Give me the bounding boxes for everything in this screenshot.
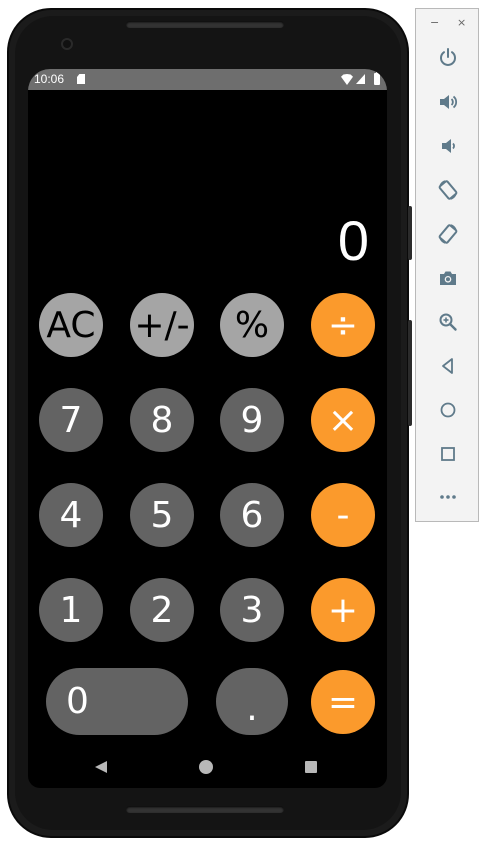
side-key (408, 320, 412, 426)
battery-icon (374, 71, 380, 85)
digit-8-button[interactable]: 8 (130, 388, 194, 452)
minus-button[interactable]: - (311, 483, 375, 547)
phone-screen: 10:06 0 AC +/- % ÷ 7 8 9 × 4 5 6 - 1 2 3… (28, 69, 387, 788)
power-icon (440, 48, 456, 66)
percent-button[interactable]: % (220, 293, 284, 357)
plus-button[interactable]: + (311, 578, 375, 642)
digit-7-button[interactable]: 7 (39, 388, 103, 452)
rotate-left-icon (438, 180, 458, 200)
overview-icon (441, 447, 455, 461)
equals-button[interactable]: = (311, 670, 375, 734)
status-time: 10:06 (34, 72, 65, 86)
divide-button[interactable]: ÷ (311, 293, 375, 357)
sd-card-icon (77, 74, 85, 84)
minimize-button[interactable]: − (430, 17, 439, 29)
bottom-speaker (126, 806, 284, 813)
close-button[interactable]: × (457, 17, 466, 29)
home-icon (440, 402, 456, 418)
digit-5-button[interactable]: 5 (130, 483, 194, 547)
earpiece-speaker (126, 21, 284, 28)
recents-icon[interactable] (305, 761, 317, 773)
back-icon[interactable] (95, 761, 107, 773)
more-button[interactable] (430, 479, 466, 515)
zoom-icon (439, 313, 457, 331)
ac-button[interactable]: AC (39, 293, 103, 357)
back-button[interactable] (430, 348, 466, 384)
emulator-window: 10:06 0 AC +/- % ÷ 7 8 9 × 4 5 6 - 1 2 3… (0, 0, 482, 847)
volume-down-icon (442, 139, 455, 153)
digit-3-button[interactable]: 3 (220, 578, 284, 642)
wifi-icon (341, 74, 353, 85)
overview-button[interactable] (430, 436, 466, 472)
decimal-point-button[interactable]: . (216, 668, 288, 735)
emulator-toolbar: − × (415, 8, 479, 522)
volume-up-icon (440, 95, 458, 109)
back-icon (442, 358, 453, 374)
digit-9-button[interactable]: 9 (220, 388, 284, 452)
status-bar: 10:06 (28, 69, 387, 90)
rotate-right-button[interactable] (430, 216, 466, 252)
digit-2-button[interactable]: 2 (130, 578, 194, 642)
rotate-right-icon (438, 224, 458, 244)
multiply-button[interactable]: × (311, 388, 375, 452)
calculator-display: 0 (337, 209, 369, 272)
digit-6-button[interactable]: 6 (220, 483, 284, 547)
home-button[interactable] (430, 392, 466, 428)
screenshot-icon (440, 271, 456, 285)
rotate-left-button[interactable] (430, 172, 466, 208)
screenshot-button[interactable] (430, 260, 466, 296)
power-button[interactable] (430, 39, 466, 75)
home-icon[interactable] (199, 760, 213, 774)
signal-icon (356, 74, 365, 84)
digit-4-button[interactable]: 4 (39, 483, 103, 547)
volume-up-button[interactable] (430, 84, 466, 120)
digit-1-button[interactable]: 1 (39, 578, 103, 642)
navigation-bar (28, 746, 387, 788)
more-icon (440, 495, 456, 499)
volume-down-button[interactable] (430, 128, 466, 164)
sign-toggle-button[interactable]: +/- (130, 293, 194, 357)
volume-rocker (408, 206, 412, 260)
zoom-button[interactable] (430, 304, 466, 340)
front-camera (61, 38, 73, 50)
digit-0-button[interactable]: 0 (46, 668, 188, 735)
